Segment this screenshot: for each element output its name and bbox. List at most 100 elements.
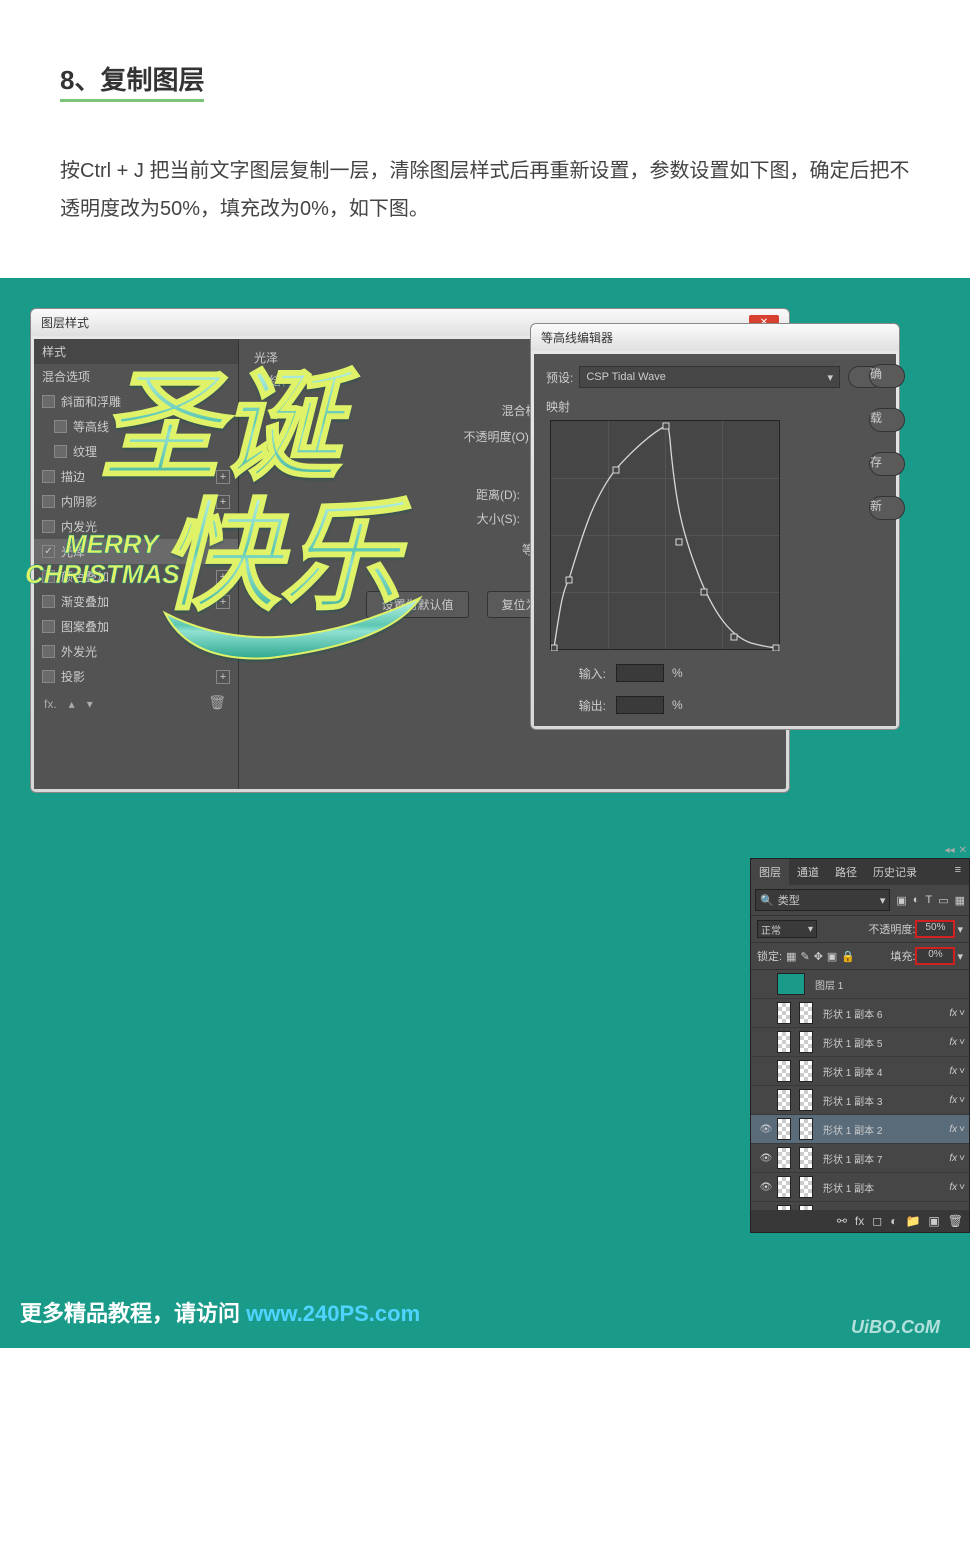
layer-thumbnail[interactable] [777, 1089, 819, 1111]
layer-name: 形状 1 副本 7 [823, 1151, 882, 1166]
lock-label: 锁定: [757, 948, 782, 964]
layer-row[interactable]: 👁形状 1fx˅ [751, 1202, 969, 1210]
filter-text-icon[interactable]: T [925, 894, 932, 907]
fx-icon[interactable]: fx [949, 1124, 957, 1135]
layer-row[interactable]: 👁形状 1 副本fx˅ [751, 1173, 969, 1202]
search-icon: 🔍 [760, 894, 774, 907]
panel-tabs: 图层通道路径历史记录 ≡ [751, 859, 969, 885]
chevron-down-icon[interactable]: ˅ [959, 1153, 965, 1164]
layer-thumbnail[interactable] [777, 1060, 819, 1082]
visibility-icon[interactable]: 👁 [755, 1153, 777, 1164]
down-icon[interactable]: ▾ [87, 697, 93, 711]
chevron-down-icon[interactable]: ▾ [957, 950, 963, 963]
contour-button[interactable]: 存 [869, 452, 905, 476]
layer-row[interactable]: 👁 形状 1 副本 7 fx˅ [751, 1144, 969, 1173]
contour-button[interactable]: 新 [869, 496, 905, 520]
contour-button[interactable]: 载 [869, 408, 905, 432]
layer-thumbnail[interactable] [777, 1147, 819, 1169]
layer-filter-search[interactable]: 🔍 类型 ▾ [755, 889, 890, 911]
chevron-down-icon[interactable]: ˅ [959, 1037, 965, 1048]
preset-dropdown[interactable]: CSP Tidal Wave [579, 366, 840, 388]
chevron-down-icon[interactable]: ▾ [957, 923, 963, 936]
chevron-down-icon[interactable]: ˅ [959, 1066, 965, 1077]
trash-icon[interactable]: 🗑 [208, 694, 226, 711]
folder-icon[interactable]: 📁 [905, 1214, 920, 1228]
fx-icon[interactable]: fx [949, 1008, 957, 1019]
caption-link[interactable]: www.240PS.com [246, 1301, 420, 1326]
layer-name: 图层 1 [815, 977, 843, 992]
lock-pixels-icon[interactable]: ▦ [786, 950, 796, 963]
panel-close-icon[interactable]: ✕ [959, 845, 967, 856]
tab[interactable]: 图层 [751, 859, 789, 885]
adjust-icon[interactable]: ◐ [890, 1214, 897, 1228]
opacity-value-input[interactable]: 50% [915, 920, 955, 938]
layer-thumbnail[interactable] [777, 1031, 819, 1053]
contour-editor-dialog: 等高线编辑器 预设: CSP Tidal Wave 映射 [530, 323, 900, 730]
watermark: UiBO.CoM [851, 1317, 940, 1338]
lock-brush-icon[interactable]: ✎ [800, 950, 809, 963]
blend-mode-select[interactable]: 正常 [757, 920, 817, 938]
visibility-icon[interactable]: 👁 [755, 1182, 777, 1193]
contour-button[interactable]: 确 [869, 364, 905, 388]
lock-move-icon[interactable]: ✥ [814, 950, 823, 963]
lock-artboard-icon[interactable]: ▣ [827, 950, 837, 963]
chevron-down-icon[interactable]: ˅ [959, 1008, 965, 1019]
output-label: 输出: [556, 697, 606, 714]
percent-sign2: % [672, 698, 683, 712]
layer-row[interactable]: 图层 1 [751, 970, 969, 999]
fx-icon[interactable]: fx [949, 1037, 957, 1048]
layer-row[interactable]: 形状 1 副本 3 fx˅ [751, 1086, 969, 1115]
fx-footer[interactable]: fx. ▴ ▾ [44, 697, 93, 711]
tab[interactable]: 路径 [827, 859, 865, 885]
filter-adjust-icon[interactable]: ◐ [913, 894, 920, 907]
tab[interactable]: 通道 [789, 859, 827, 885]
chevron-down-icon: ▾ [880, 894, 886, 907]
link-icon[interactable]: ⚯ [837, 1214, 847, 1228]
trash-icon[interactable]: 🗑 [948, 1214, 963, 1228]
layer-thumbnail[interactable] [777, 973, 805, 995]
fx-icon[interactable]: fx. [44, 697, 57, 711]
panel-menu-icon[interactable]: ≡ [947, 859, 969, 885]
layer-name: 形状 1 副本 3 [823, 1093, 882, 1108]
layer-row[interactable]: 形状 1 副本 5fx˅ [751, 1028, 969, 1057]
layer-thumbnail[interactable] [777, 1002, 819, 1024]
chevron-down-icon[interactable]: ˅ [959, 1182, 965, 1193]
size-label: 大小(S): [477, 510, 520, 527]
filter-image-icon[interactable]: ▣ [896, 894, 906, 907]
curve-editor[interactable] [550, 420, 780, 650]
fill-label: 填充: [890, 948, 915, 964]
step-title: 8、复制图层 [60, 60, 204, 102]
layer-row[interactable]: 形状 1 副本 4 fx˅ [751, 1057, 969, 1086]
layer-thumbnail[interactable] [777, 1118, 819, 1140]
fx-icon[interactable]: fx [949, 1182, 957, 1193]
collapse-icon[interactable]: ◂◂ [945, 845, 955, 856]
mask-icon[interactable]: ◻ [872, 1214, 882, 1228]
layer-thumbnail[interactable] [777, 1176, 819, 1198]
layer-row[interactable]: 👁 形状 1 副本 2 fx˅ [751, 1115, 969, 1144]
fx-icon[interactable]: fx [949, 1153, 957, 1164]
tab[interactable]: 历史记录 [865, 859, 925, 885]
lock-all-icon[interactable]: 🔒 [841, 950, 855, 963]
input-value-field[interactable] [616, 664, 664, 682]
svg-text:圣诞: 圣诞 [100, 360, 360, 494]
output-value-field[interactable] [616, 696, 664, 714]
layer-name: 形状 1 副本 2 [823, 1122, 882, 1137]
new-layer-icon[interactable]: ▣ [928, 1214, 939, 1228]
input-label: 输入: [556, 665, 606, 682]
chevron-down-icon[interactable]: ˅ [959, 1095, 965, 1106]
fill-value-input[interactable]: 0% [915, 947, 955, 965]
up-icon[interactable]: ▴ [69, 697, 75, 711]
layer-name: 形状 1 [823, 1209, 851, 1211]
fx-icon[interactable]: fx [949, 1095, 957, 1106]
distance-label: 距离(D): [476, 486, 520, 503]
layer-name: 形状 1 副本 4 [823, 1064, 882, 1079]
chevron-down-icon[interactable]: ˅ [959, 1124, 965, 1135]
opacity-label: 不透明度: [868, 921, 915, 937]
fx-icon[interactable]: fx [855, 1214, 864, 1228]
filter-smart-icon[interactable]: ▦ [955, 894, 965, 907]
layer-row[interactable]: 形状 1 副本 6fx˅ [751, 999, 969, 1028]
visibility-icon[interactable]: 👁 [755, 1124, 777, 1135]
filter-shape-icon[interactable]: ▭ [938, 894, 948, 907]
fx-icon[interactable]: fx [949, 1066, 957, 1077]
layer-thumbnail[interactable] [777, 1205, 819, 1210]
